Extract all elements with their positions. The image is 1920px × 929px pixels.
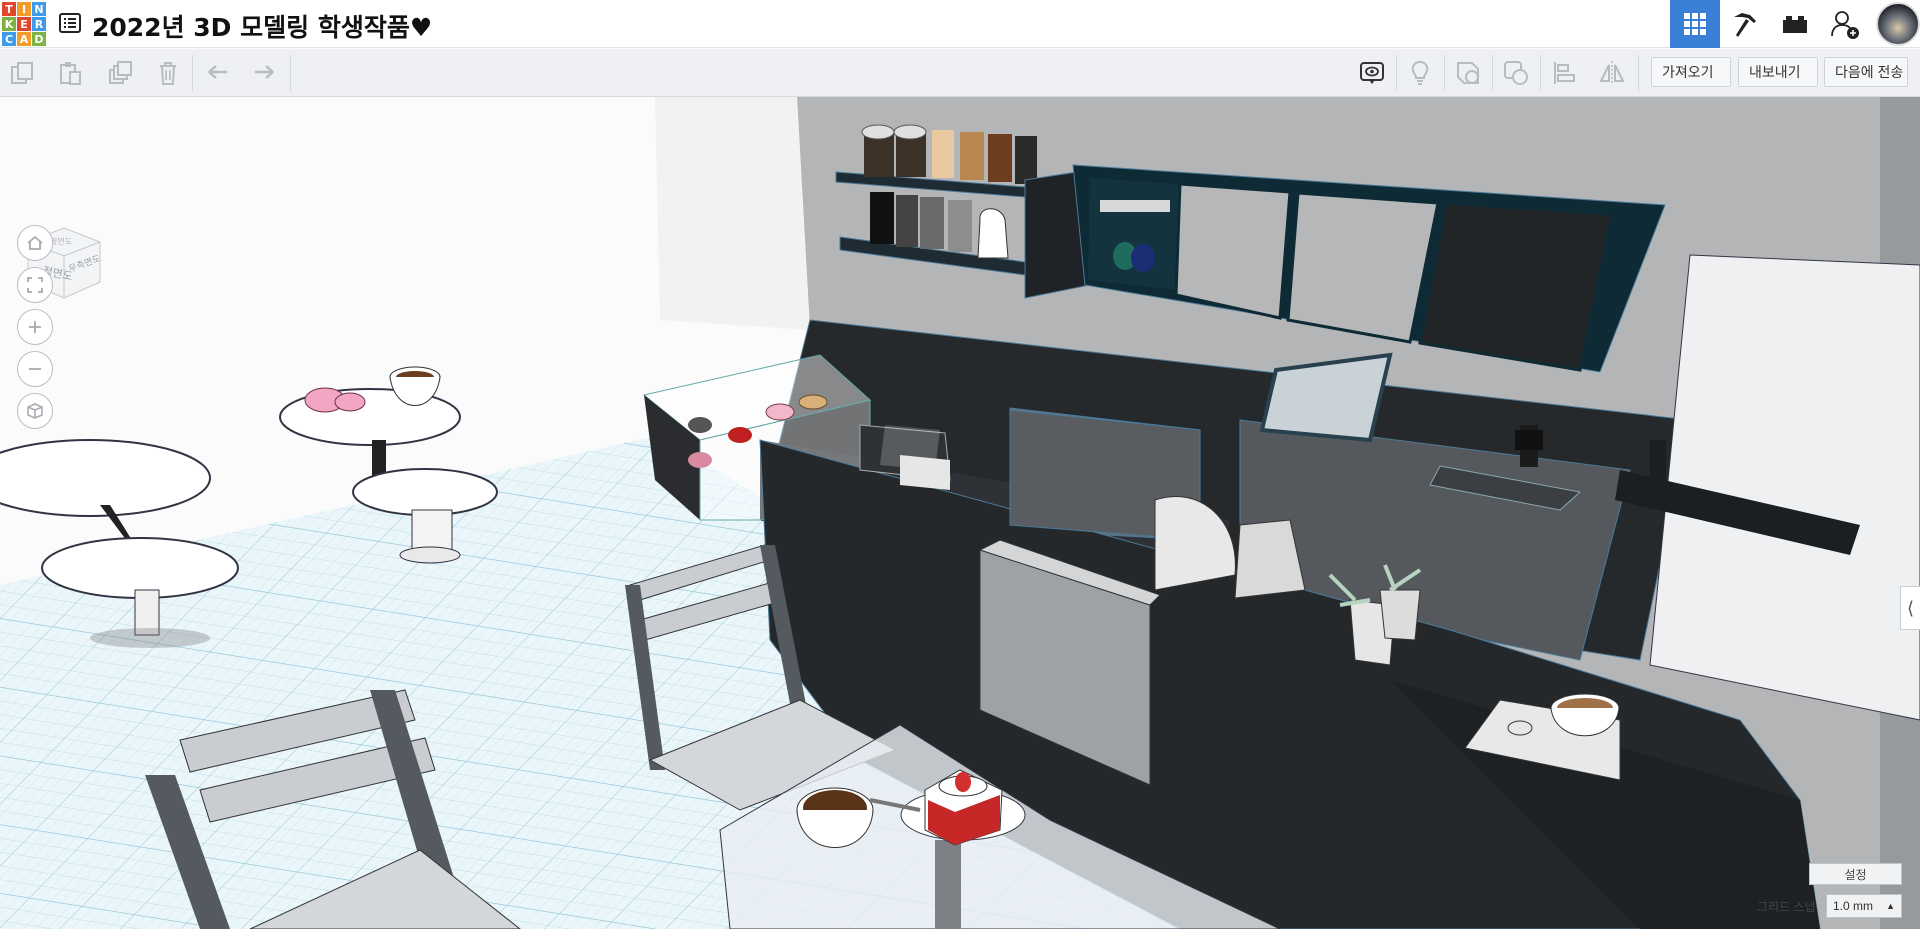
paste-icon: [60, 62, 81, 85]
logo-letter: D: [32, 32, 46, 46]
notes-button[interactable]: [1354, 57, 1390, 89]
zoom-in-icon: [29, 321, 41, 333]
panel-collapse-toggle[interactable]: ⟨: [1900, 586, 1920, 630]
zoom-in-button[interactable]: [17, 309, 53, 345]
fit-view-button[interactable]: [17, 267, 53, 303]
delete-icon: [160, 62, 176, 85]
logo-letter: A: [17, 32, 31, 46]
home-icon: [27, 235, 43, 250]
share-user-button[interactable]: [1820, 0, 1870, 48]
app-header: TIN KER CAD 2022년 3D 모델링 학생작품♥: [0, 0, 1920, 48]
logo-letter: I: [17, 2, 31, 16]
send-to-button[interactable]: 다음에 전송: [1824, 57, 1908, 87]
logo-letter: R: [32, 17, 46, 31]
design-list-icon[interactable]: [58, 12, 82, 34]
toolbar-divider: [192, 55, 193, 91]
redo-button[interactable]: [248, 57, 280, 89]
home-view-button[interactable]: [17, 225, 53, 261]
minecraft-button[interactable]: [1720, 0, 1770, 48]
pickaxe-icon: [1734, 13, 1756, 37]
tinkercad-logo[interactable]: TIN KER CAD: [2, 2, 46, 46]
chevron-left-icon: ⟨: [1906, 597, 1915, 618]
align-button[interactable]: [1546, 57, 1582, 89]
toolbar-divider: [1444, 55, 1445, 91]
align-icon: [1554, 62, 1575, 84]
perspective-button[interactable]: [17, 393, 53, 429]
delete-button[interactable]: [152, 57, 184, 89]
add-user-icon: [1831, 11, 1859, 39]
grid-view-icon: [1684, 13, 1706, 35]
fit-view-icon: [27, 277, 43, 293]
settings-button[interactable]: 설정: [1809, 863, 1902, 885]
duplicate-button[interactable]: [104, 57, 136, 89]
group-button[interactable]: [1498, 57, 1534, 89]
toolbar-divider: [1540, 55, 1541, 91]
grid-snap-value: 1.0 mm: [1833, 899, 1874, 913]
logo-letter: N: [32, 2, 46, 16]
grid-snap-select[interactable]: 1.0 mm ▲: [1826, 894, 1902, 918]
caret-up-icon: ▲: [1886, 901, 1895, 911]
user-avatar[interactable]: [1876, 2, 1920, 46]
duplicate-icon: [109, 61, 132, 84]
bricks-icon: [1783, 16, 1807, 33]
undo-button[interactable]: [202, 57, 234, 89]
copy-button[interactable]: [6, 57, 38, 89]
scene-render[interactable]: [0, 97, 1920, 929]
logo-letter: E: [17, 17, 31, 31]
shape-button[interactable]: [1450, 57, 1486, 89]
shape-icon: [1457, 62, 1479, 84]
viewcube-top-label[interactable]: 평면도: [50, 236, 72, 246]
perspective-icon: [27, 403, 43, 419]
undo-icon: [208, 65, 227, 79]
toolbar-divider: [290, 55, 291, 91]
zoom-out-icon: [29, 368, 41, 370]
edit-toolbar: 가져오기 내보내기 다음에 전송: [0, 49, 1920, 97]
logo-letter: K: [2, 17, 16, 31]
export-button[interactable]: 내보내기: [1738, 57, 1818, 87]
light-bulb-icon: [1411, 60, 1429, 85]
mirror-icon: [1599, 61, 1625, 85]
toolbar-divider: [1396, 55, 1397, 91]
light-button[interactable]: [1402, 57, 1438, 89]
grid-snap-label: 그리드 스냅: [1757, 900, 1816, 914]
logo-letter: C: [2, 32, 16, 46]
group-icon: [1504, 61, 1528, 85]
grid-view-button[interactable]: [1670, 0, 1720, 48]
zoom-out-button[interactable]: [17, 351, 53, 387]
logo-letter: T: [2, 2, 16, 16]
workplane-canvas[interactable]: 정면도 우측면도 평면도 ⟨: [0, 97, 1920, 929]
toolbar-divider: [1492, 55, 1493, 91]
import-button[interactable]: 가져오기: [1651, 57, 1731, 87]
design-title[interactable]: 2022년 3D 모델링 학생작품♥: [92, 8, 432, 44]
notes-icon: [1360, 62, 1384, 84]
paste-button[interactable]: [54, 57, 86, 89]
mirror-button[interactable]: [1594, 57, 1630, 89]
redo-icon: [255, 65, 274, 79]
toolbar-divider: [1638, 55, 1639, 91]
copy-icon: [11, 62, 33, 84]
bricks-button[interactable]: [1770, 0, 1820, 48]
